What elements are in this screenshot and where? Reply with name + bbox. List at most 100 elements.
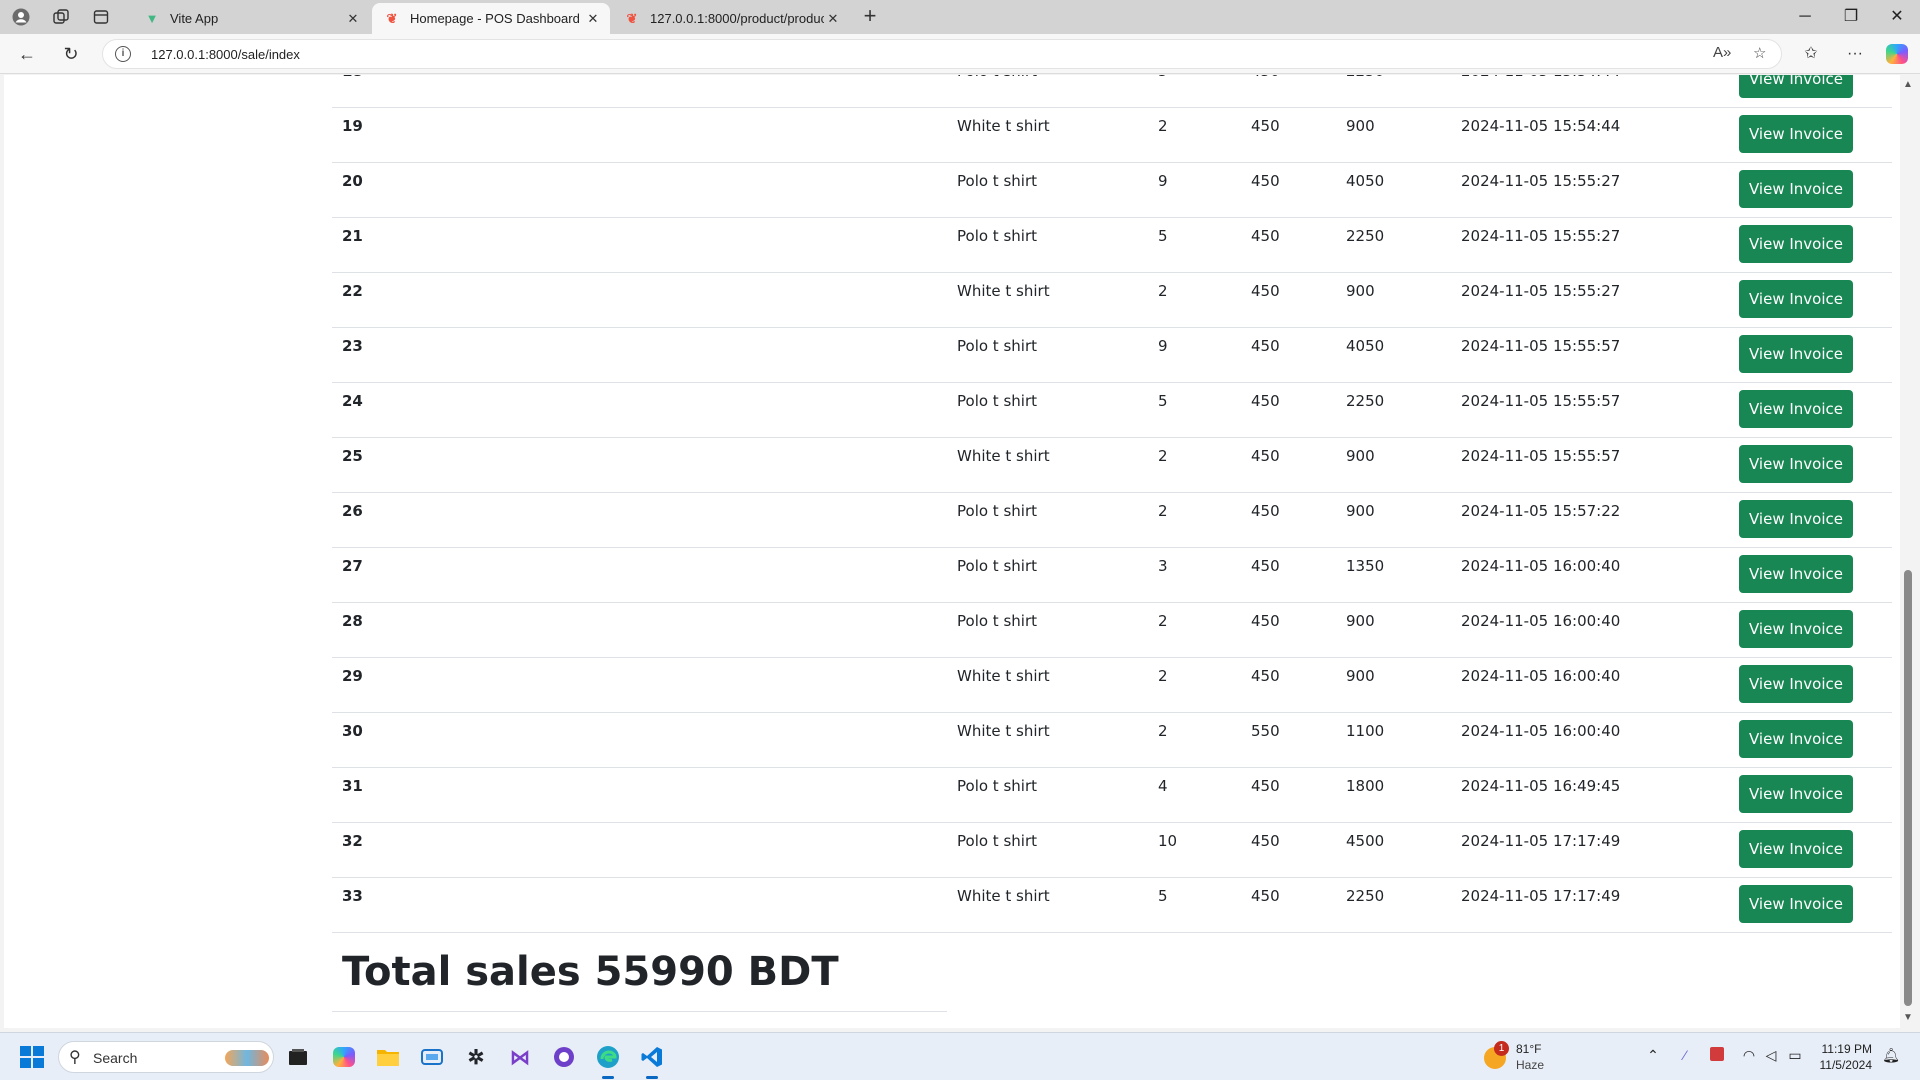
favorite-star-icon[interactable]: ☆ bbox=[1753, 44, 1766, 62]
restore-button[interactable]: ❐ bbox=[1828, 4, 1874, 30]
clock[interactable]: 11:19 PM 11/5/2024 bbox=[1812, 1041, 1873, 1073]
battery-icon[interactable]: ▭ bbox=[1784, 1047, 1806, 1064]
view-invoice-button[interactable]: View Invoice bbox=[1739, 445, 1853, 483]
view-invoice-button[interactable]: View Invoice bbox=[1739, 775, 1853, 813]
view-invoice-button[interactable]: View Invoice bbox=[1739, 75, 1853, 98]
close-icon[interactable]: ✕ bbox=[824, 11, 842, 27]
table-row: 26 Polo t shirt 2 450 900 2024-11-05 15:57:22… bbox=[332, 493, 1892, 548]
product-name: Polo t shirt bbox=[957, 337, 1037, 355]
more-menu-icon[interactable]: ··· bbox=[1842, 42, 1868, 66]
quantity: 2 bbox=[1158, 667, 1168, 685]
product-name: Polo t shirt bbox=[957, 832, 1037, 850]
wifi-icon[interactable]: ◠ bbox=[1738, 1047, 1760, 1064]
close-icon[interactable]: ✕ bbox=[584, 11, 602, 27]
sale-id: 29 bbox=[342, 667, 363, 685]
table-row: 22 White t shirt 2 450 900 2024-11-05 15:55:2… bbox=[332, 273, 1892, 328]
sale-date: 2024-11-05 17:17:49 bbox=[1461, 887, 1621, 905]
back-button[interactable]: ← bbox=[12, 40, 42, 68]
search-icon: ⚲ bbox=[69, 1049, 81, 1066]
line-total: 1100 bbox=[1346, 722, 1385, 740]
windows-start-icon[interactable] bbox=[20, 1046, 44, 1068]
weather-widget[interactable]: 1 81°F Haze bbox=[1484, 1041, 1584, 1073]
table-row: 31 Polo t shirt 4 450 1800 2024-11-05 16:49:4… bbox=[332, 768, 1892, 823]
profile-icon[interactable] bbox=[6, 5, 36, 29]
product-name: Polo t shirt bbox=[957, 172, 1037, 190]
view-invoice-button[interactable]: View Invoice bbox=[1739, 170, 1853, 208]
sale-id: 24 bbox=[342, 392, 363, 410]
refresh-button[interactable]: ↻ bbox=[56, 40, 86, 68]
table-row: 33 White t shirt 5 450 2250 2024-11-05 17:17:… bbox=[332, 878, 1892, 933]
app-icon[interactable] bbox=[416, 1041, 448, 1073]
line-total: 900 bbox=[1346, 667, 1375, 685]
table-row: 21 Polo t shirt 5 450 2250 2024-11-05 15:55:2… bbox=[332, 218, 1892, 273]
scroll-down-arrow[interactable]: ▼ bbox=[1902, 1012, 1914, 1023]
github-desktop-icon[interactable] bbox=[548, 1041, 580, 1073]
edge-icon[interactable] bbox=[592, 1041, 624, 1079]
line-total: 2250 bbox=[1346, 887, 1385, 905]
view-invoice-button[interactable]: View Invoice bbox=[1739, 335, 1853, 373]
view-invoice-button[interactable]: View Invoice bbox=[1739, 610, 1853, 648]
pen-icon[interactable]: ⁄ bbox=[1674, 1047, 1696, 1063]
table-row: 19 White t shirt 2 450 900 2024-11-05 15:54:4… bbox=[332, 108, 1892, 163]
view-invoice-button[interactable]: View Invoice bbox=[1739, 390, 1853, 428]
tab-title: Vite App bbox=[170, 11, 219, 26]
copilot-icon[interactable] bbox=[1886, 44, 1908, 64]
unit-price: 450 bbox=[1251, 337, 1280, 355]
view-invoice-button[interactable]: View Invoice bbox=[1739, 720, 1853, 758]
new-tab-button[interactable]: + bbox=[856, 4, 884, 30]
taskbar-search[interactable]: ⚲ Search bbox=[58, 1041, 274, 1073]
sale-date: 2024-11-05 15:54:44 bbox=[1461, 117, 1621, 135]
visual-studio-icon[interactable]: ⋈ bbox=[504, 1041, 536, 1073]
sale-date: 2024-11-05 15:55:57 bbox=[1461, 447, 1621, 465]
unit-price: 450 bbox=[1251, 777, 1280, 795]
url-field[interactable]: i 127.0.0.1:8000/sale/index A» ☆ bbox=[102, 39, 1782, 69]
url-text[interactable]: 127.0.0.1:8000/sale/index bbox=[151, 47, 300, 62]
chevron-up-icon[interactable]: ⌃ bbox=[1642, 1047, 1664, 1064]
sale-date: 2024-11-05 17:17:49 bbox=[1461, 832, 1621, 850]
view-invoice-button[interactable]: View Invoice bbox=[1739, 115, 1853, 153]
scrollbar-thumb[interactable] bbox=[1904, 570, 1912, 1006]
read-aloud-icon[interactable]: A» bbox=[1713, 44, 1731, 61]
total-sales-row: Total sales 55990 BDT bbox=[332, 937, 947, 1012]
sale-id: 25 bbox=[342, 447, 363, 465]
view-invoice-button[interactable]: View Invoice bbox=[1739, 555, 1853, 593]
workspaces-icon[interactable] bbox=[46, 5, 76, 29]
sale-date: 2024-11-05 16:00:40 bbox=[1461, 612, 1621, 630]
view-invoice-button[interactable]: View Invoice bbox=[1739, 500, 1853, 538]
view-invoice-button[interactable]: View Invoice bbox=[1739, 885, 1853, 923]
sale-id: 22 bbox=[342, 282, 363, 300]
view-invoice-button[interactable]: View Invoice bbox=[1739, 830, 1853, 868]
notification-bell-icon[interactable]: 🔔︎ bbox=[1880, 1047, 1902, 1064]
favorites-icon[interactable]: ✩ bbox=[1798, 42, 1824, 66]
volume-icon[interactable]: ◁ bbox=[1760, 1047, 1782, 1064]
close-icon[interactable]: ✕ bbox=[344, 11, 362, 27]
snipping-tool-icon[interactable]: ✲ bbox=[460, 1041, 492, 1073]
copilot-app-icon[interactable] bbox=[328, 1041, 360, 1073]
unit-price: 450 bbox=[1251, 447, 1280, 465]
view-invoice-button[interactable]: View Invoice bbox=[1739, 665, 1853, 703]
quantity: 5 bbox=[1158, 227, 1168, 245]
laravel-icon: ❦ bbox=[626, 10, 638, 26]
tab-pos-dashboard[interactable]: ❦ Homepage - POS Dashboard ✕ bbox=[372, 3, 610, 34]
site-info-icon[interactable]: i bbox=[115, 46, 131, 62]
taskbar: ⚲ Search ✲ ⋈ 1 81°F Haze ⌃ ⁄ ◠ ◁ ▭ 11:19… bbox=[0, 1032, 1920, 1080]
vite-icon: ▼ bbox=[145, 11, 159, 26]
task-view-icon[interactable] bbox=[282, 1041, 314, 1073]
line-total: 1350 bbox=[1346, 557, 1385, 575]
file-explorer-icon[interactable] bbox=[372, 1041, 404, 1073]
tab-vite-app[interactable]: ▼ Vite App ✕ bbox=[132, 3, 370, 34]
tab-product-list[interactable]: ❦ 127.0.0.1:8000/product/productlis ✕ bbox=[612, 3, 850, 34]
sale-date: 2024-11-05 15:55:57 bbox=[1461, 392, 1621, 410]
product-name: Polo t shirt bbox=[957, 612, 1037, 630]
close-window-button[interactable]: ✕ bbox=[1874, 4, 1920, 30]
view-invoice-button[interactable]: View Invoice bbox=[1739, 225, 1853, 263]
line-total: 900 bbox=[1346, 447, 1375, 465]
tab-actions-icon[interactable] bbox=[86, 5, 116, 29]
unit-price: 450 bbox=[1251, 612, 1280, 630]
vscode-icon[interactable] bbox=[636, 1041, 668, 1079]
quantity: 2 bbox=[1158, 502, 1168, 520]
minimize-button[interactable]: ─ bbox=[1782, 4, 1828, 30]
tray-app-icon[interactable] bbox=[1706, 1047, 1728, 1064]
view-invoice-button[interactable]: View Invoice bbox=[1739, 280, 1853, 318]
scroll-up-arrow[interactable]: ▲ bbox=[1902, 79, 1914, 90]
